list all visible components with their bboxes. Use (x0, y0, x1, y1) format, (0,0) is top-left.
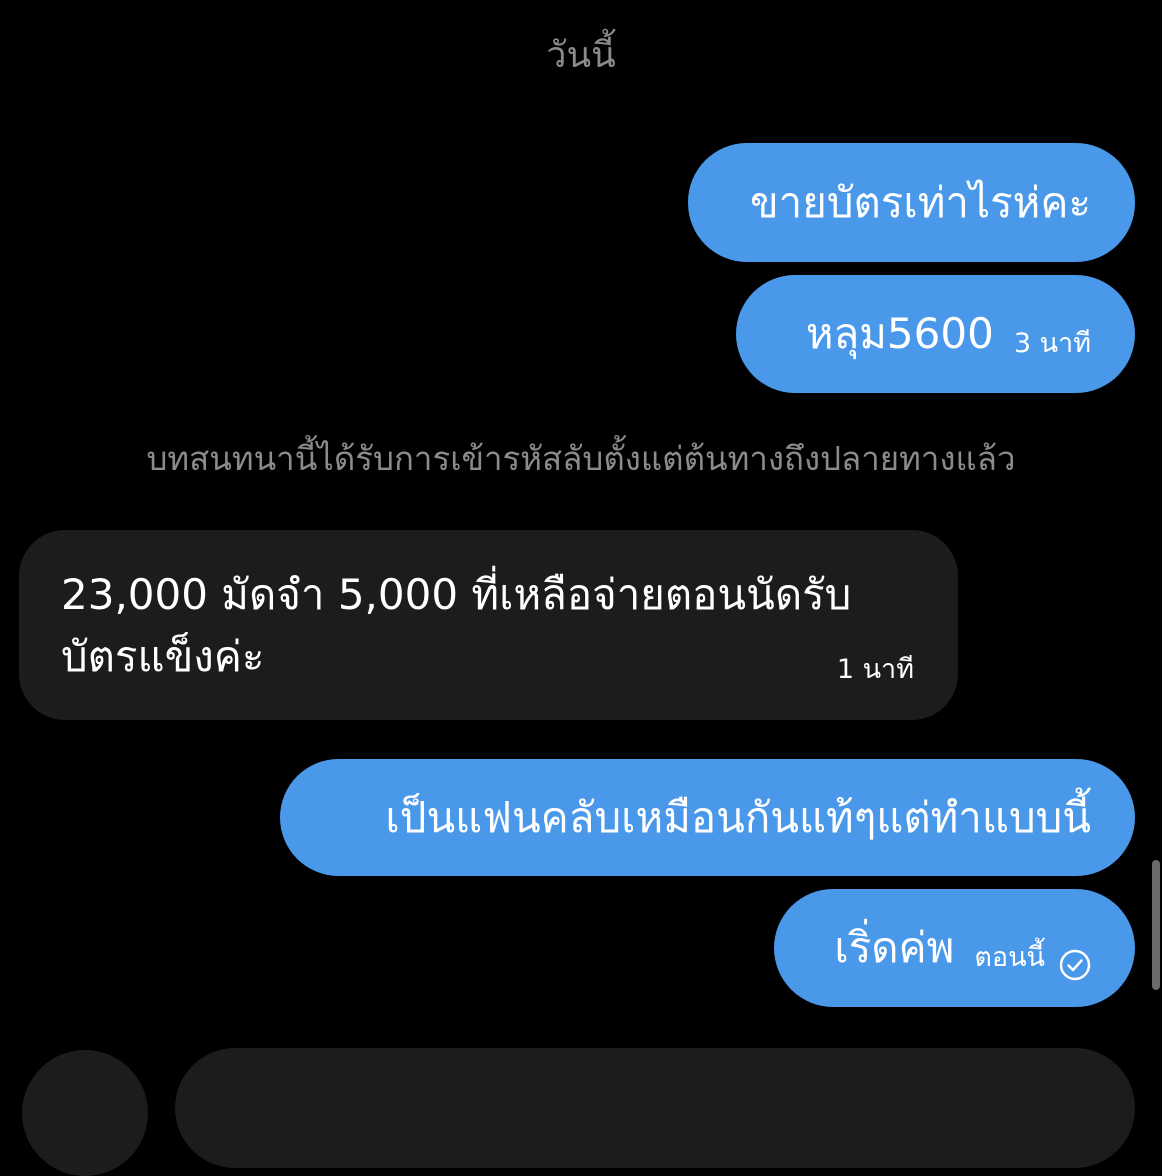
message-text: เริ่ดค่พ (834, 923, 955, 972)
scrollbar[interactable] (1152, 860, 1160, 990)
message-timestamp: ตอนนี้ (974, 941, 1045, 973)
message-bubble-outgoing[interactable]: ขายบัตรเท่าไรห่คะ (688, 143, 1135, 262)
message-timestamp: 3 นาที (1013, 327, 1091, 359)
message-input[interactable] (175, 1048, 1135, 1168)
message-text-line: 23,000 มัดจำ 5,000 ที่เหลือจ่ายตอนนัดรับ (61, 570, 852, 619)
encryption-notice: บทสนทนานี้ได้รับการเข้ารหัสลับตั้งแต่ต้น… (146, 439, 1016, 478)
message-text: หลุม5600 (805, 309, 994, 358)
message-bubble-outgoing[interactable]: เริ่ดค่พ ตอนนี้ (774, 889, 1135, 1007)
message-bubble-incoming[interactable]: 23,000 มัดจำ 5,000 ที่เหลือจ่ายตอนนัดรับ… (19, 530, 958, 720)
message-text: 23,000 มัดจำ 5,000 ที่เหลือจ่ายตอนนัดรับ… (61, 564, 851, 688)
date-separator: วันนี้ (546, 35, 616, 76)
message-text-line: บัตรแข็งค่ะ (61, 632, 265, 681)
message-timestamp: 1 นาที (836, 654, 914, 685)
message-text: เป็นแฟนคลับเหมือนกันแท้ๆแต่ทำแบบนี้ (385, 792, 1091, 842)
message-text: ขายบัตรเท่าไรห่คะ (749, 177, 1091, 227)
message-bubble-outgoing[interactable]: เป็นแฟนคลับเหมือนกันแท้ๆแต่ทำแบบนี้ (280, 759, 1135, 876)
check-circle-icon (1059, 942, 1091, 981)
message-bubble-outgoing[interactable]: หลุม5600 3 นาที (736, 275, 1135, 393)
composer-action-button[interactable] (22, 1050, 148, 1176)
